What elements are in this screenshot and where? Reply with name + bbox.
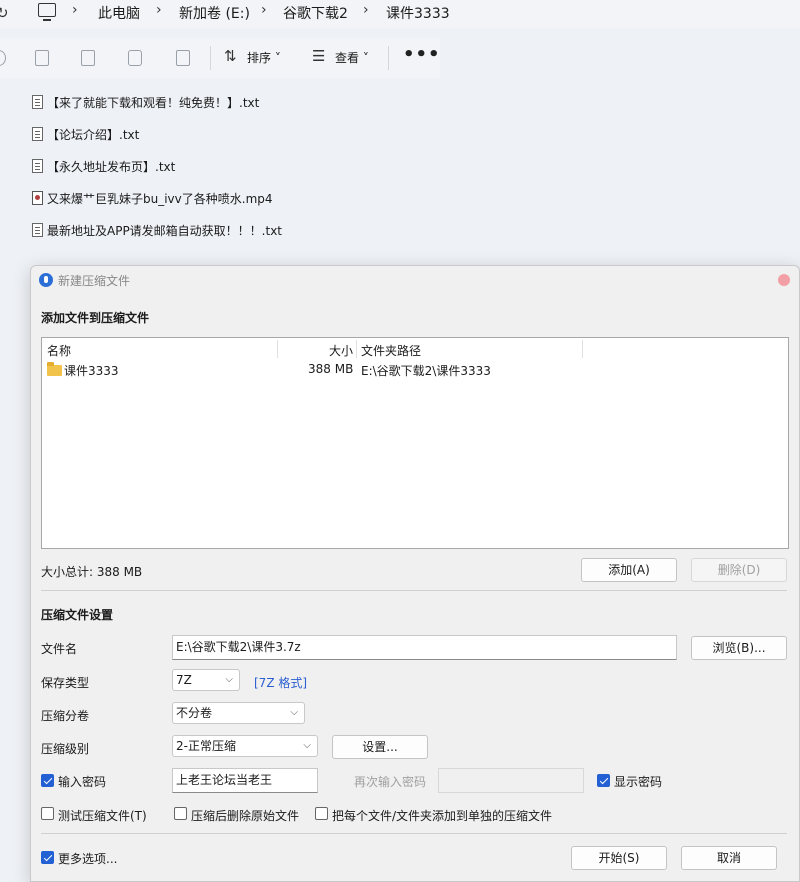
app-logo-icon [39,273,53,287]
test-archive-checkbox[interactable] [41,807,54,820]
show-password-label: 显示密码 [614,775,663,789]
type-label: 保存类型 [41,676,90,690]
format-link[interactable]: [7Z 格式] [254,674,307,691]
delete-after-checkbox[interactable] [174,807,187,820]
delete-button[interactable]: 删除(D) [691,558,787,582]
more-options-button[interactable]: ••• [403,44,441,65]
password-checkbox[interactable] [41,774,54,787]
table-row-name[interactable]: 课件3333 [64,362,119,379]
trash-icon[interactable] [176,50,190,66]
share-icon[interactable] [128,50,142,66]
separate-archives-label: 把每个文件/文件夹添加到单独的压缩文件 [332,809,553,823]
file-name: 又来爆艹巨乳妹子bu_ivv了各种喷水.mp4 [47,191,273,206]
video-file-icon [32,191,43,205]
chevron-down-icon: ⌵ [225,674,233,685]
table-row-size: 388 MB [308,362,354,376]
total-size: 大小总计: 388 MB [41,565,143,579]
column-header-path[interactable]: 文件夹路径 [361,342,421,359]
list-item[interactable]: 【来了就能下载和观看！纯免费！】.txt [32,92,432,112]
chevron-right-icon: › [363,2,369,18]
add-button[interactable]: 添加(A) [581,558,677,582]
password-field[interactable]: 上老王论坛当老王 [172,768,318,793]
delete-after-label: 压缩后删除原始文件 [191,809,300,823]
browse-button[interactable]: 浏览(B)... [691,636,787,660]
chevron-right-icon: › [72,2,78,18]
breadcrumb-folder[interactable]: 谷歌下载2 [283,3,348,23]
new-archive-dialog: 新建压缩文件 添加文件到压缩文件 名称 大小 文件夹路径 课件3333 388 … [30,265,800,882]
file-name: 【来了就能下载和观看！纯免费！】.txt [47,95,260,110]
breadcrumb-pc[interactable]: 此电脑 [98,3,140,23]
refresh-icon[interactable]: ↻ [0,4,9,22]
text-file-icon [32,159,43,173]
view-icon: ☰ [312,47,326,65]
show-password-checkbox[interactable] [597,774,610,787]
chevron-right-icon: › [156,2,162,18]
file-name: 【论坛介绍】.txt [47,127,140,142]
test-archive-label: 测试压缩文件(T) [58,809,147,823]
start-button[interactable]: 开始(S) [571,846,667,870]
more-options-checkbox[interactable] [41,851,54,864]
file-table[interactable]: 名称 大小 文件夹路径 课件3333 388 MB E:\谷歌下载2\课件333… [41,337,789,549]
close-button[interactable] [778,274,790,286]
column-header-name[interactable]: 名称 [47,342,71,359]
table-row-path: E:\谷歌下载2\课件3333 [361,364,491,378]
breadcrumb-drive[interactable]: 新加卷 (E:) [179,3,250,23]
type-select[interactable]: 7Z ⌵ [172,669,240,691]
chevron-down-icon: ⌵ [303,740,311,751]
computer-icon[interactable] [38,3,56,21]
file-name: 【永久地址发布页】.txt [47,159,176,174]
text-file-icon [32,95,43,109]
list-item[interactable]: 最新地址及APP请发邮箱自动获取！！！.txt [32,220,432,240]
level-label: 压缩级别 [41,742,90,756]
file-name: 最新地址及APP请发邮箱自动获取！！！.txt [47,223,283,238]
command-bar: ⇅ 排序 ˅ ☰ 查看 ˅ ••• [0,38,440,78]
sort-icon: ⇅ [224,47,237,65]
copy-icon[interactable] [35,50,49,66]
list-item[interactable]: 【论坛介绍】.txt [32,124,432,144]
more-options-label: 更多选项... [58,852,118,866]
list-item[interactable]: 【永久地址发布页】.txt [32,156,432,176]
rename-icon[interactable] [81,50,95,66]
sort-button[interactable]: 排序 ˅ [247,49,281,66]
volume-label: 压缩分卷 [41,709,90,723]
cancel-button[interactable]: 取消 [681,846,777,870]
chevron-down-icon: ⌵ [290,707,298,718]
view-button[interactable]: 查看 ˅ [335,49,369,66]
separate-archives-checkbox[interactable] [315,807,328,820]
password-label: 输入密码 [58,775,107,789]
volume-select[interactable]: 不分卷 ⌵ [172,702,305,724]
cut-icon[interactable] [0,50,6,66]
settings-section-title: 压缩文件设置 [41,608,114,622]
filename-label: 文件名 [41,642,78,656]
dialog-title: 新建压缩文件 [58,274,131,288]
add-section-title: 添加文件到压缩文件 [41,311,150,325]
settings-button[interactable]: 设置... [332,735,428,759]
text-file-icon [32,127,43,141]
reenter-password-field[interactable] [438,768,584,793]
list-item[interactable]: 又来爆艹巨乳妹子bu_ivv了各种喷水.mp4 [32,188,432,208]
breadcrumb-current[interactable]: 课件3333 [386,3,450,23]
address-bar: ↻ › 此电脑 › 新加卷 (E:) › 谷歌下载2 › 课件3333 [0,0,800,28]
folder-icon [47,362,62,376]
level-select[interactable]: 2-正常压缩 ⌵ [172,735,318,757]
column-header-size[interactable]: 大小 [329,342,353,359]
text-file-icon [32,223,43,237]
reenter-password-label: 再次输入密码 [354,775,427,789]
filename-field[interactable]: E:\谷歌下载2\课件3.7z [172,635,677,660]
chevron-right-icon: › [261,2,267,18]
